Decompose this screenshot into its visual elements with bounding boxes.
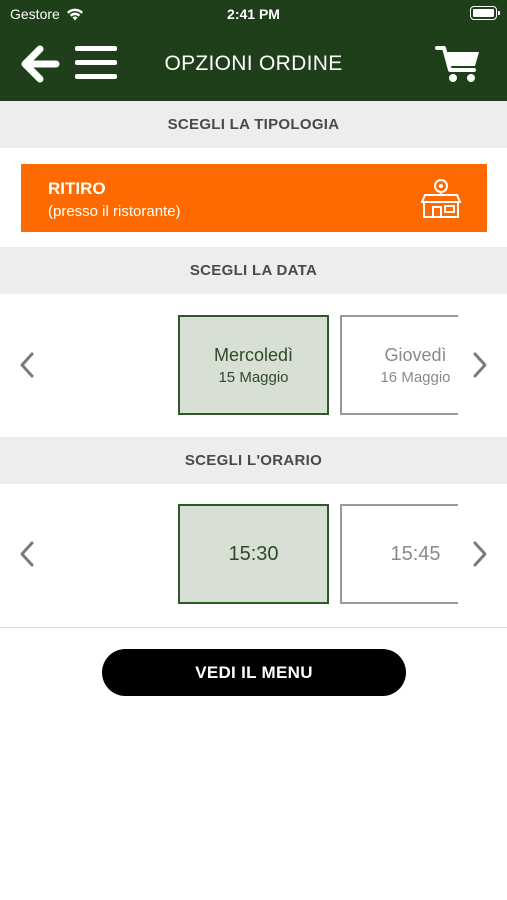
section-header-tipologia: SCEGLI LA TIPOLOGIA xyxy=(0,101,507,148)
store-location-icon xyxy=(420,179,462,218)
date-card-day: Giovedì xyxy=(384,344,447,365)
time-card-value: 15:30 xyxy=(228,542,279,565)
chevron-right-icon[interactable] xyxy=(469,350,491,380)
section-header-data: SCEGLI LA DATA xyxy=(0,247,507,294)
view-menu-button[interactable]: VEDI IL MENU xyxy=(102,649,406,696)
chevron-right-icon[interactable] xyxy=(469,539,491,569)
time-card-value: 15:45 xyxy=(390,542,441,565)
section-header-orario: SCEGLI L'ORARIO xyxy=(0,437,507,484)
order-type-pickup[interactable]: RITIRO (presso il ristorante) xyxy=(21,164,487,232)
app-header: Gestore 2:41 PM OPZIONI ORDINE xyxy=(0,0,507,101)
date-viewport: Mercoledì 15 Maggio Giovedì 16 Maggio xyxy=(178,315,458,415)
order-type-title: RITIRO xyxy=(48,179,106,198)
order-type-subtitle: (presso il ristorante) xyxy=(48,203,181,220)
status-bar: Gestore 2:41 PM xyxy=(0,0,507,28)
status-time: 2:41 PM xyxy=(227,6,280,22)
date-card-2[interactable]: Giovedì 16 Maggio xyxy=(340,315,458,415)
page-title: OPZIONI ORDINE xyxy=(164,52,343,75)
date-card-1[interactable]: Mercoledì 15 Maggio xyxy=(178,315,329,415)
date-card-date: 15 Maggio xyxy=(218,368,289,386)
chevron-left-icon[interactable] xyxy=(16,350,38,380)
time-carousel: 15:30 15:45 xyxy=(0,484,507,624)
date-card-date: 16 Maggio xyxy=(380,368,451,386)
time-viewport: 15:30 15:45 xyxy=(178,504,458,604)
date-carousel: Mercoledì 15 Maggio Giovedì 16 Maggio xyxy=(0,295,507,435)
battery-icon xyxy=(470,6,500,20)
time-card-2[interactable]: 15:45 xyxy=(340,504,458,604)
time-card-1[interactable]: 15:30 xyxy=(178,504,329,604)
cart-icon[interactable] xyxy=(435,44,481,84)
chevron-left-icon[interactable] xyxy=(16,539,38,569)
divider xyxy=(0,627,507,628)
date-card-day: Mercoledì xyxy=(213,344,294,365)
